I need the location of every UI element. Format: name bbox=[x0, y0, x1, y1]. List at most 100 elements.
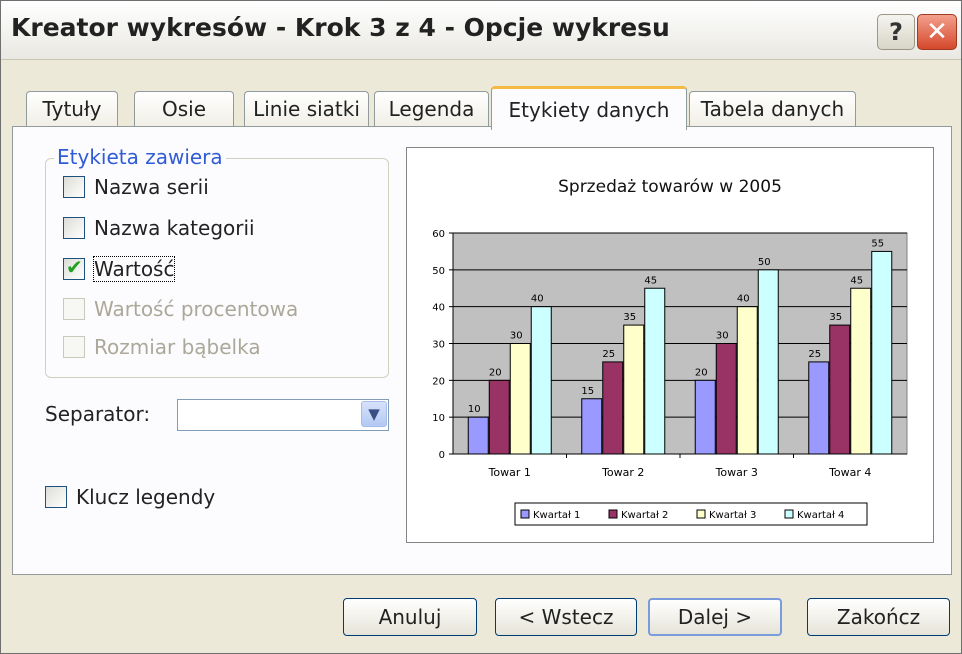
finish-button[interactable]: Zakończ bbox=[807, 598, 950, 636]
chevron-down-icon[interactable]: ▼ bbox=[361, 401, 387, 427]
tab-label: Linie siatki bbox=[253, 97, 360, 121]
legend-key-option[interactable]: Klucz legendy bbox=[45, 483, 215, 511]
legend-swatch bbox=[784, 509, 794, 519]
bar bbox=[757, 269, 779, 455]
data-label: 50 bbox=[758, 257, 771, 268]
y-tick-label: 20 bbox=[432, 376, 445, 387]
bubble-size-checkbox bbox=[63, 336, 85, 358]
y-tick-label: 30 bbox=[432, 340, 445, 351]
legend-swatch bbox=[696, 509, 706, 519]
separator-select[interactable]: ▼ bbox=[177, 399, 389, 431]
next-label: Dalej > bbox=[677, 605, 753, 629]
bar bbox=[509, 343, 531, 455]
bar bbox=[644, 287, 666, 455]
bar bbox=[694, 379, 716, 455]
title-bar: Kreator wykresów - Krok 3 z 4 - Opcje wy… bbox=[1, 1, 961, 60]
percentage-label: Wartość procentowa bbox=[94, 297, 299, 321]
tab-label: Legenda bbox=[388, 97, 475, 121]
cancel-button[interactable]: Anuluj bbox=[343, 598, 477, 636]
bar bbox=[602, 361, 624, 455]
tab-data-table[interactable]: Tabela danych bbox=[689, 91, 856, 126]
category-name-checkbox[interactable] bbox=[63, 217, 85, 239]
back-label: < Wstecz bbox=[518, 605, 614, 629]
data-label: 10 bbox=[468, 404, 481, 415]
x-tick-label: Towar 1 bbox=[488, 466, 531, 479]
close-button[interactable]: ✕ bbox=[917, 14, 957, 50]
data-label: 35 bbox=[829, 312, 842, 323]
series-name-label: Nazwa serii bbox=[94, 175, 209, 199]
legend-key-checkbox[interactable] bbox=[45, 486, 67, 508]
data-label: 45 bbox=[644, 275, 657, 286]
legend-label: Kwartał 2 bbox=[621, 510, 668, 521]
bar bbox=[623, 324, 645, 455]
series-name-option[interactable]: Nazwa serii bbox=[63, 173, 209, 201]
finish-label: Zakończ bbox=[836, 605, 921, 629]
x-tick-label: Towar 2 bbox=[601, 466, 644, 479]
legend-label: Kwartał 4 bbox=[797, 510, 844, 521]
y-tick-label: 50 bbox=[432, 266, 445, 277]
series-name-checkbox[interactable] bbox=[63, 176, 85, 198]
value-label: Wartość bbox=[92, 256, 176, 282]
bar bbox=[488, 379, 510, 455]
category-name-option[interactable]: Nazwa kategorii bbox=[63, 214, 255, 242]
data-label: 25 bbox=[808, 349, 821, 360]
y-tick-label: 0 bbox=[439, 450, 445, 461]
bar bbox=[808, 361, 830, 455]
legend-swatch bbox=[608, 509, 618, 519]
bubble-size-option: Rozmiar bąbelka bbox=[63, 333, 261, 361]
legend-label: Kwartał 1 bbox=[533, 510, 580, 521]
data-label: 35 bbox=[623, 312, 636, 323]
data-label: 25 bbox=[602, 349, 615, 360]
window-title: Kreator wykresów - Krok 3 z 4 - Opcje wy… bbox=[11, 13, 670, 42]
tab-label: Osie bbox=[161, 97, 207, 121]
percentage-checkbox bbox=[63, 298, 85, 320]
chart-plot-area: 0 10 20 30 40 50 60 10 20 30 40 Towar 1 15 25 35 45 Towa… bbox=[432, 229, 908, 526]
close-icon: ✕ bbox=[926, 17, 948, 47]
tab-label: Tytuły bbox=[42, 97, 102, 121]
bar bbox=[829, 324, 851, 455]
value-option[interactable]: ✔ Wartość bbox=[63, 255, 176, 283]
next-button[interactable]: Dalej > bbox=[648, 598, 782, 636]
legend-swatch bbox=[520, 509, 530, 519]
data-label: 30 bbox=[510, 331, 523, 342]
chart-canvas: Sprzedaż towarów w 2005 0 10 20 30 40 50 60 10 2… bbox=[432, 177, 908, 526]
y-tick-label: 40 bbox=[432, 303, 445, 314]
checkmark-icon: ✔ bbox=[66, 255, 83, 279]
tab-label: Etykiety danych bbox=[508, 97, 670, 122]
x-tick-label: Towar 4 bbox=[828, 466, 871, 479]
bar bbox=[715, 343, 737, 455]
bubble-size-label: Rozmiar bąbelka bbox=[94, 335, 261, 359]
data-label: 20 bbox=[489, 367, 502, 378]
bar bbox=[850, 287, 872, 455]
help-button[interactable]: ? bbox=[877, 14, 915, 50]
percentage-option: Wartość procentowa bbox=[63, 295, 298, 323]
tab-titles[interactable]: Tytuły bbox=[26, 91, 118, 126]
bar bbox=[467, 416, 489, 455]
separator-label: Separator: bbox=[45, 402, 151, 426]
help-icon: ? bbox=[889, 18, 903, 46]
data-label: 40 bbox=[531, 294, 544, 305]
tab-gridlines[interactable]: Linie siatki bbox=[244, 91, 369, 126]
data-label: 40 bbox=[737, 294, 750, 305]
tab-label: Tabela danych bbox=[700, 97, 845, 121]
tab-legend[interactable]: Legenda bbox=[374, 91, 489, 126]
data-label: 55 bbox=[871, 238, 884, 249]
tab-axes[interactable]: Osie bbox=[134, 91, 234, 126]
group-title: Etykieta zawiera bbox=[54, 145, 226, 169]
legend-label: Kwartał 3 bbox=[709, 510, 756, 521]
data-label: 15 bbox=[581, 386, 594, 397]
tab-data-labels[interactable]: Etykiety danych bbox=[491, 86, 687, 130]
x-tick-label: Towar 3 bbox=[715, 466, 758, 479]
bar bbox=[581, 398, 603, 455]
back-button[interactable]: < Wstecz bbox=[495, 598, 637, 636]
data-label: 45 bbox=[850, 275, 863, 286]
bar bbox=[530, 306, 552, 455]
data-label: 20 bbox=[695, 367, 708, 378]
chart-wizard-dialog: Kreator wykresów - Krok 3 z 4 - Opcje wy… bbox=[0, 0, 962, 654]
bar bbox=[736, 306, 758, 455]
y-tick-label: 10 bbox=[432, 413, 445, 424]
bar bbox=[871, 250, 893, 455]
legend-key-label: Klucz legendy bbox=[76, 485, 216, 509]
category-name-label: Nazwa kategorii bbox=[94, 216, 255, 240]
value-checkbox[interactable]: ✔ bbox=[63, 255, 85, 280]
